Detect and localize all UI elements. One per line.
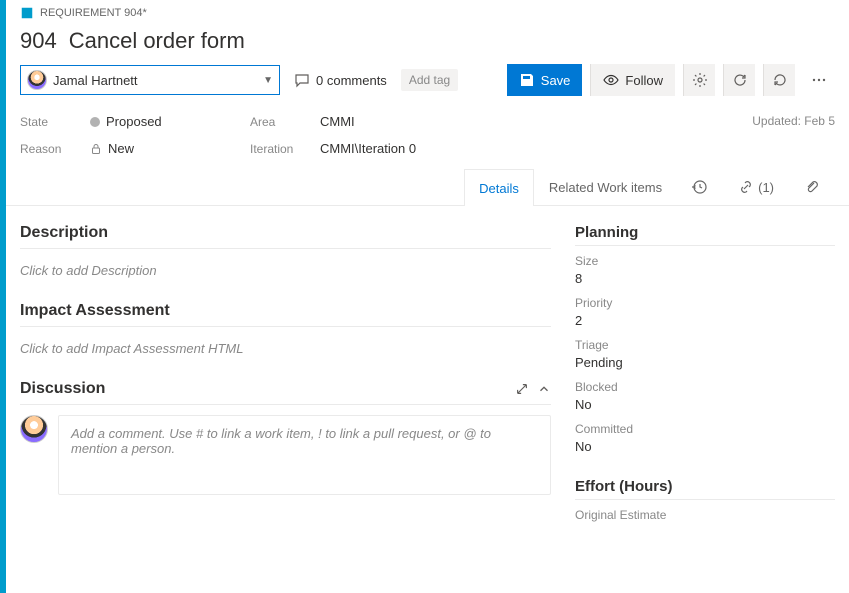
description-field[interactable]: Click to add Description <box>20 259 551 302</box>
committed-label: Committed <box>575 422 835 436</box>
assignee-name: Jamal Hartnett <box>53 73 257 88</box>
size-label: Size <box>575 254 835 268</box>
iteration-field[interactable]: CMMI\Iteration 0 <box>320 141 416 156</box>
tabs: Details Related Work items (1) <box>6 168 849 206</box>
collapse-icon[interactable] <box>537 382 551 396</box>
follow-button[interactable]: Follow <box>590 64 675 96</box>
avatar <box>20 415 48 443</box>
description-heading: Description <box>20 224 551 249</box>
state-dot-icon <box>90 117 100 127</box>
requirement-icon <box>20 6 34 20</box>
comment-icon <box>294 72 310 88</box>
lock-icon <box>90 143 102 155</box>
state-field[interactable]: Proposed <box>90 114 162 129</box>
avatar <box>27 70 47 90</box>
type-label: REQUIREMENT 904* <box>40 7 147 19</box>
tab-details[interactable]: Details <box>464 169 534 206</box>
discussion-heading: Discussion <box>20 380 551 405</box>
area-label: Area <box>250 115 320 129</box>
expand-icon[interactable] <box>515 382 529 396</box>
assignee-picker[interactable]: Jamal Hartnett ▼ <box>20 65 280 95</box>
comment-input[interactable]: Add a comment. Use # to link a work item… <box>58 415 551 495</box>
tab-related[interactable]: Related Work items <box>534 168 677 205</box>
planning-heading: Planning <box>575 224 835 246</box>
priority-field[interactable]: 2 <box>575 310 835 330</box>
link-icon <box>738 179 754 195</box>
state-value: Proposed <box>106 114 162 129</box>
fields-section: State Proposed Reason New Area CMMI Iter… <box>20 108 835 168</box>
refresh-icon <box>732 72 748 88</box>
refresh-button[interactable] <box>723 64 755 96</box>
impact-heading: Impact Assessment <box>20 302 551 327</box>
follow-label: Follow <box>625 73 663 88</box>
gear-icon <box>692 72 708 88</box>
priority-label: Priority <box>575 296 835 310</box>
triage-field[interactable]: Pending <box>575 352 835 372</box>
settings-button[interactable] <box>683 64 715 96</box>
impact-field[interactable]: Click to add Impact Assessment HTML <box>20 337 551 380</box>
undo-icon <box>772 72 788 88</box>
work-item-type: REQUIREMENT 904* <box>20 0 835 20</box>
reason-value: New <box>108 141 134 156</box>
triage-label: Triage <box>575 338 835 352</box>
blocked-label: Blocked <box>575 380 835 394</box>
comments-count: 0 comments <box>316 73 387 88</box>
blocked-field[interactable]: No <box>575 394 835 414</box>
original-estimate-label: Original Estimate <box>575 508 835 522</box>
state-label: State <box>20 115 90 129</box>
reason-field[interactable]: New <box>90 141 134 156</box>
tab-history[interactable] <box>677 168 723 205</box>
title-row: 904 Cancel order form <box>20 20 835 64</box>
save-label: Save <box>541 73 571 88</box>
tab-attachments[interactable] <box>789 168 835 205</box>
work-item-title[interactable]: Cancel order form <box>69 28 245 54</box>
history-icon <box>692 179 708 195</box>
iteration-label: Iteration <box>250 142 320 156</box>
comments-button[interactable]: 0 comments <box>288 65 393 95</box>
committed-field[interactable]: No <box>575 436 835 456</box>
effort-heading: Effort (Hours) <box>575 478 835 500</box>
reason-label: Reason <box>20 142 90 156</box>
attachment-icon <box>804 179 820 195</box>
tab-links[interactable]: (1) <box>723 168 789 205</box>
ellipsis-icon <box>811 72 827 88</box>
updated-timestamp: Updated: Feb 5 <box>752 114 835 128</box>
undo-button[interactable] <box>763 64 795 96</box>
save-button[interactable]: Save <box>507 64 583 96</box>
eye-icon <box>603 72 619 88</box>
chevron-down-icon: ▼ <box>263 75 273 86</box>
more-actions-button[interactable] <box>803 64 835 96</box>
toolbar: Jamal Hartnett ▼ 0 comments Add tag Save… <box>20 64 835 108</box>
add-tag-button[interactable]: Add tag <box>401 69 458 91</box>
work-item-id: 904 <box>20 28 57 54</box>
save-icon <box>519 72 535 88</box>
size-field[interactable]: 8 <box>575 268 835 288</box>
area-field[interactable]: CMMI <box>320 114 355 129</box>
links-count: (1) <box>758 180 774 195</box>
